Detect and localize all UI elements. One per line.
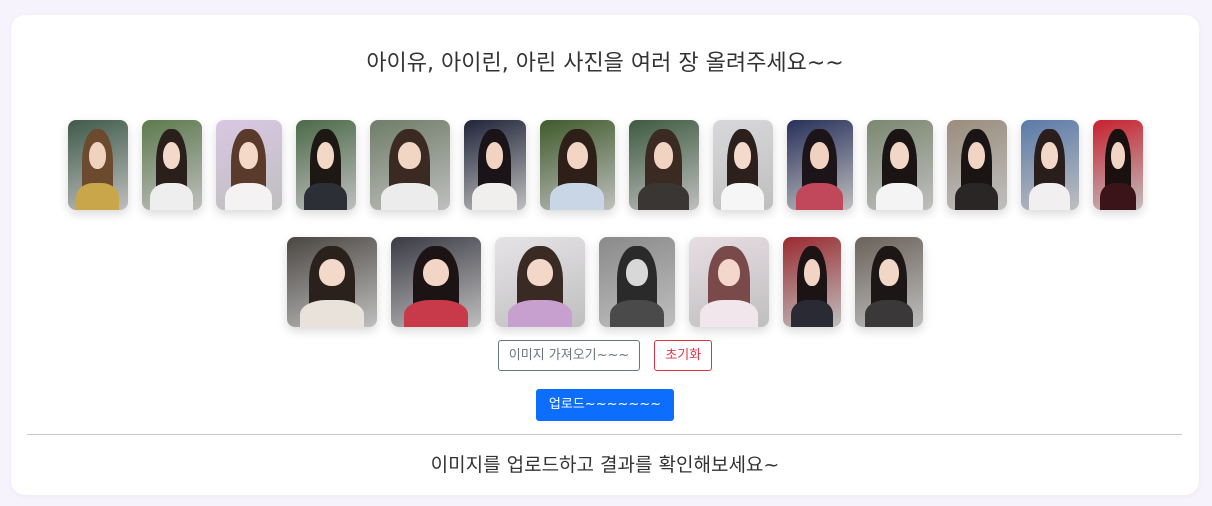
photo-clothing: [507, 300, 573, 327]
uploaded-image-thumbnail: [369, 120, 450, 210]
photo-clothing: [224, 183, 273, 210]
uploaded-image-thumbnail: [539, 120, 615, 210]
photo-clothing: [700, 300, 758, 327]
uploaded-image-thumbnail: [599, 237, 675, 327]
photo-clothing: [299, 300, 365, 327]
photo-clothing: [472, 183, 517, 210]
photo-face: [734, 141, 751, 169]
photo-face: [423, 258, 449, 286]
uploaded-image-thumbnail: [67, 120, 128, 210]
photo-face: [1041, 141, 1058, 169]
uploaded-image-thumbnail: [391, 237, 481, 327]
uploaded-image-thumbnail: [1020, 120, 1079, 210]
uploaded-image-thumbnail: [215, 120, 282, 210]
divider: [27, 434, 1182, 435]
photo-face: [717, 258, 741, 286]
photo-clothing: [403, 300, 469, 327]
uploaded-image-thumbnail: [141, 120, 202, 210]
photo-face: [1110, 141, 1125, 169]
main-card: 아이유, 아이린, 아린 사진을 여러 장 올려주세요~~ 이미지 가져오기~~…: [11, 15, 1199, 495]
photo-face: [89, 141, 106, 169]
photo-face: [810, 141, 829, 169]
photo-face: [398, 141, 421, 169]
photo-clothing: [864, 300, 914, 327]
photo-clothing: [609, 300, 665, 327]
uploaded-image-thumbnail: [783, 237, 841, 327]
photo-clothing: [1028, 183, 1071, 210]
photo-face: [653, 141, 674, 169]
load-images-button[interactable]: 이미지 가져오기~~~: [497, 340, 641, 371]
photo-clothing: [75, 183, 120, 210]
uploaded-image-thumbnail: [463, 120, 526, 210]
photo-clothing: [791, 300, 833, 327]
uploaded-image-thumbnail: [866, 120, 933, 210]
photo-face: [319, 258, 345, 286]
photo-clothing: [1099, 183, 1136, 210]
uploaded-image-thumbnail: [712, 120, 773, 210]
result-message: 이미지를 업로드하고 결과를 확인해보세요~: [430, 454, 780, 476]
photo-face: [163, 141, 180, 169]
photo-clothing: [720, 183, 765, 210]
uploaded-image-thumbnail: [495, 237, 585, 327]
photo-face: [527, 258, 553, 286]
photo-face: [626, 258, 648, 286]
uploaded-image-thumbnail: [786, 120, 853, 210]
uploaded-image-thumbnail: [689, 237, 769, 327]
upload-button[interactable]: 업로드~~~~~~~: [535, 389, 675, 421]
photo-clothing: [550, 183, 604, 210]
uploaded-image-thumbnail: [295, 120, 356, 210]
photo-clothing: [303, 183, 348, 210]
uploaded-image-thumbnail: [1092, 120, 1143, 210]
thumbnail-row-2: [11, 237, 1199, 327]
photo-clothing: [875, 183, 924, 210]
reset-button[interactable]: 초기화: [654, 340, 713, 371]
photo-clothing: [954, 183, 999, 210]
page-title: 아이유, 아이린, 아린 사진을 여러 장 올려주세요~~: [366, 51, 844, 76]
uploaded-image-thumbnail: [628, 120, 699, 210]
photo-clothing: [149, 183, 194, 210]
photo-face: [968, 141, 985, 169]
thumbnail-row-1: [11, 120, 1199, 210]
photo-face: [879, 258, 899, 286]
upload-area: 업로드~~~~~~~: [11, 389, 1199, 421]
uploaded-image-thumbnail: [855, 237, 923, 327]
photo-face: [485, 141, 504, 169]
photo-clothing: [638, 183, 689, 210]
photo-clothing: [795, 183, 844, 210]
photo-face: [566, 141, 588, 169]
photo-clothing: [380, 183, 439, 210]
photo-face: [890, 141, 909, 169]
uploaded-image-thumbnail: [946, 120, 1007, 210]
photo-face: [317, 141, 334, 169]
photo-face: [239, 141, 258, 169]
uploaded-image-thumbnail: [287, 237, 377, 327]
photo-face: [803, 258, 821, 286]
file-controls: 이미지 가져오기~~~ 초기화: [11, 340, 1199, 371]
